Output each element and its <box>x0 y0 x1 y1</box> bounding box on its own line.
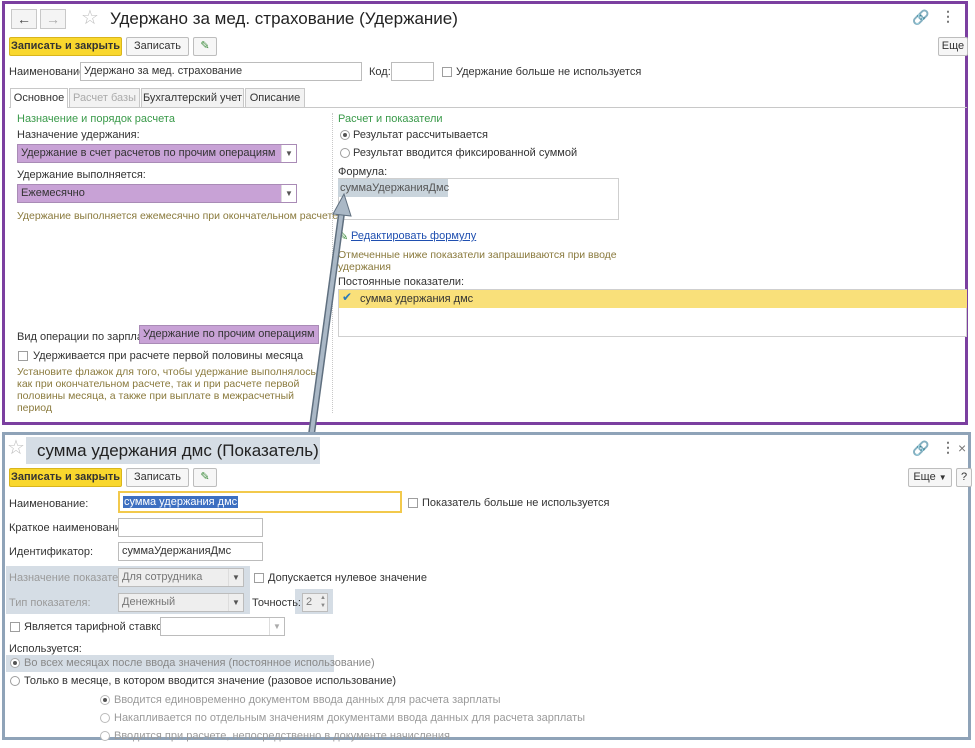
pencil-icon: ✎ <box>200 471 210 483</box>
chevron-down-icon: ▼ <box>938 473 947 482</box>
arrow-head <box>332 192 352 217</box>
zero-allowed-checkbox[interactable] <box>254 573 264 583</box>
zero-allowed-label: Допускается нулевое значение <box>268 572 427 584</box>
precision-stepper: 2 ▲ ▼ <box>302 593 328 612</box>
purpose-select: Для сотрудника ▼ <box>118 568 244 587</box>
short-name-input[interactable] <box>118 518 263 537</box>
help-button[interactable]: ? <box>956 468 972 487</box>
not-used-checkbox[interactable] <box>408 498 418 508</box>
chevron-down-icon: ▼ <box>228 569 243 586</box>
radio-sub-at-calc[interactable] <box>100 731 110 741</box>
star-icon[interactable]: ☆ <box>7 438 25 458</box>
identifier-label: Идентификатор: <box>9 546 94 558</box>
kebab-menu-icon[interactable]: ⋮ <box>941 439 955 456</box>
more-label: Еще <box>913 471 936 483</box>
edit-button[interactable]: ✎ <box>193 468 217 487</box>
short-name-label: Краткое наименование: <box>9 522 131 534</box>
tariff-label: Является тарифной ставкой <box>24 621 169 633</box>
chevron-down-icon: ▼ <box>228 594 243 611</box>
not-used-label: Показатель больше не используется <box>422 497 610 509</box>
more-button[interactable]: Еще ▼ <box>908 468 952 487</box>
radio-sub-once-label: Вводится единовременно документом ввода … <box>114 694 501 706</box>
precision-value: 2 <box>306 596 313 608</box>
close-icon[interactable]: × <box>958 440 966 456</box>
purpose-label: Назначение показателя: <box>9 572 134 584</box>
stepper-arrows-icon: ▲ ▼ <box>320 595 326 609</box>
save-button[interactable]: Записать <box>126 468 189 487</box>
radio-single-month-label: Только в месяце, в котором вводится знач… <box>24 675 397 687</box>
radio-single-month[interactable] <box>10 676 20 686</box>
used-label: Используется: <box>9 643 82 655</box>
radio-all-months-label: Во всех месяцах после ввода значения (по… <box>24 657 375 669</box>
type-value: Денежный <box>122 596 176 608</box>
name-value: сумма удержания дмс <box>123 496 239 508</box>
radio-sub-accumulate[interactable] <box>100 713 110 723</box>
radio-sub-accumulate-label: Накапливается по отдельным значениям док… <box>114 712 586 724</box>
purpose-value: Для сотрудника <box>122 571 203 583</box>
type-label: Тип показателя: <box>9 597 91 609</box>
precision-label: Точность: <box>252 597 301 609</box>
tariff-checkbox[interactable] <box>10 622 20 632</box>
form-title: сумма удержания дмс (Показатель) <box>37 441 319 460</box>
type-select: Денежный ▼ <box>118 593 244 612</box>
name-input[interactable]: сумма удержания дмс <box>118 491 402 513</box>
tariff-select: ▼ <box>160 617 285 636</box>
arrow-shaft <box>309 209 344 439</box>
radio-sub-at-calc-label: Вводится при расчете, непосредственно в … <box>114 730 450 742</box>
radio-all-months[interactable] <box>10 658 20 668</box>
name-label: Наименование: <box>9 498 89 510</box>
identifier-input[interactable]: суммаУдержанияДмс <box>118 542 263 561</box>
chevron-down-icon: ▼ <box>269 618 284 635</box>
link-icon[interactable]: 🔗 <box>912 440 929 457</box>
radio-sub-once[interactable] <box>100 695 110 705</box>
save-close-button[interactable]: Записать и закрыть <box>9 468 122 487</box>
